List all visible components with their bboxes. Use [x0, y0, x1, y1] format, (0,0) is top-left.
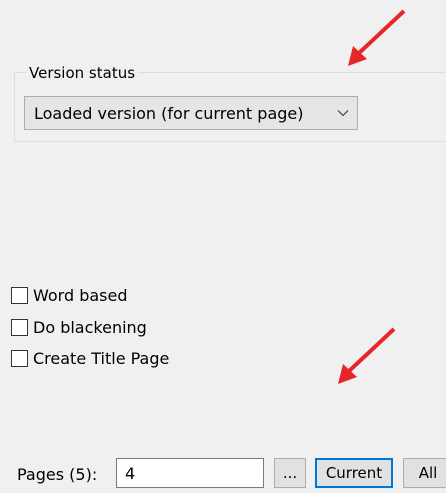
- annotation-arrow-top: [348, 9, 406, 66]
- all-pages-button[interactable]: All: [403, 458, 446, 488]
- do-blackening-option[interactable]: Do blackening: [11, 316, 147, 338]
- browse-pages-button[interactable]: ...: [274, 458, 306, 488]
- word-based-option[interactable]: Word based: [11, 284, 128, 306]
- pages-label: Pages (5):: [17, 465, 98, 484]
- word-based-checkbox[interactable]: [11, 286, 28, 304]
- chevron-down-icon: [329, 109, 357, 117]
- create-title-page-checkbox[interactable]: [11, 349, 28, 367]
- create-title-page-label: Create Title Page: [33, 348, 170, 368]
- current-page-button[interactable]: Current: [315, 458, 393, 488]
- do-blackening-label: Do blackening: [33, 317, 147, 337]
- version-status-legend: Version status: [26, 64, 139, 82]
- pages-input[interactable]: [116, 458, 264, 488]
- annotation-arrow-bottom: [338, 327, 396, 384]
- do-blackening-checkbox[interactable]: [11, 318, 28, 336]
- create-title-page-option[interactable]: Create Title Page: [11, 347, 169, 369]
- version-status-dropdown[interactable]: Loaded version (for current page): [24, 96, 358, 130]
- word-based-label: Word based: [33, 285, 128, 305]
- version-status-selected: Loaded version (for current page): [34, 103, 304, 123]
